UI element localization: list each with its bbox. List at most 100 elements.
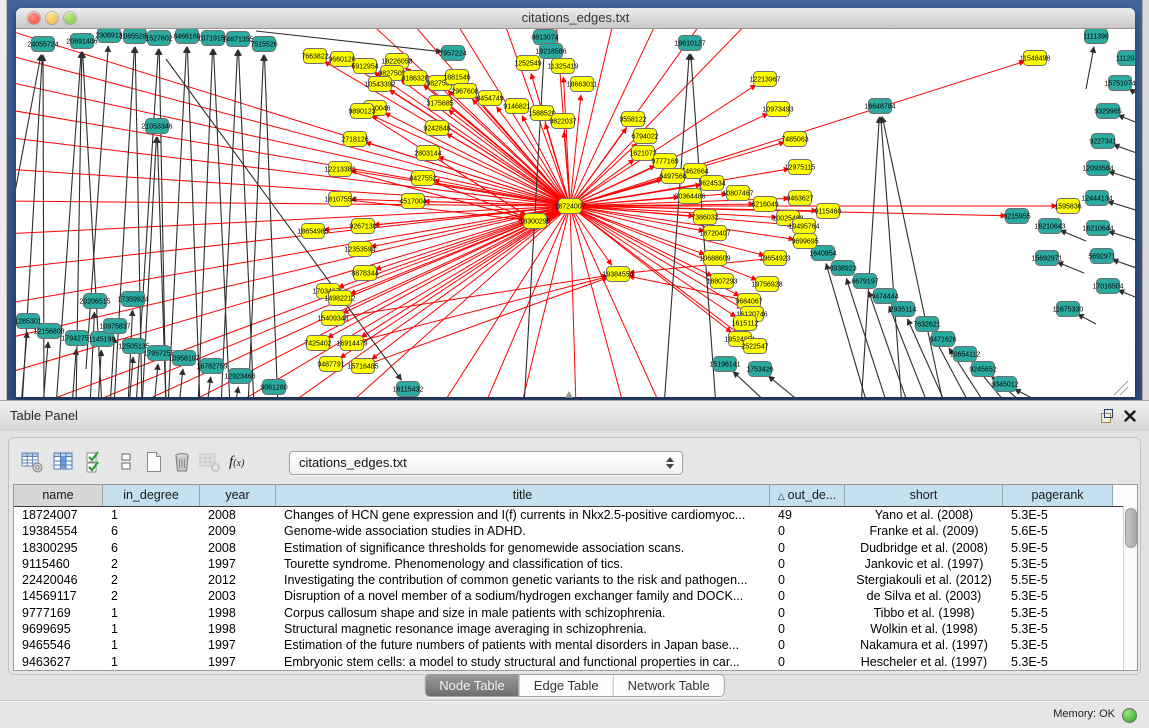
cell-out_de: 0	[770, 588, 845, 604]
graph-node-label: 9061280	[260, 385, 287, 392]
graph-node-label: 8427552	[409, 176, 436, 183]
cell-name: 9777169	[14, 605, 103, 621]
column-header-label: in_degree	[123, 488, 179, 502]
cell-year: 2009	[200, 523, 276, 539]
window-title: citations_edges.txt	[16, 8, 1135, 28]
graph-node-label: 14671355	[222, 37, 253, 44]
cell-out_de: 0	[770, 637, 845, 653]
graph-node-label: 12213382	[324, 167, 355, 174]
graph-node-label: 6794022	[631, 134, 658, 141]
table-row[interactable]: 1830029562008Estimation of significance …	[14, 540, 1137, 556]
float-panel-icon[interactable]	[1099, 409, 1113, 423]
cell-out_de: 0	[770, 556, 845, 572]
column-header-title[interactable]: title	[276, 485, 770, 506]
graph-node-label: 1595836	[1054, 204, 1081, 211]
graph-node-label: 5912954	[351, 64, 378, 71]
graph-node-label: 16210644	[1082, 226, 1113, 233]
column-view-icon[interactable]	[51, 449, 77, 475]
cell-short: Hescheler et al. (1997)	[845, 654, 1003, 670]
sort-ascending-icon: △	[778, 491, 785, 501]
right-edge-strip	[1142, 0, 1149, 400]
column-header-name[interactable]: name	[14, 485, 103, 506]
graph-node-label: 10688609	[699, 256, 730, 263]
new-table-icon[interactable]	[141, 449, 167, 475]
cell-pagerank: 5.3E-5	[1003, 605, 1113, 621]
graph-node-label: 16648784	[864, 104, 895, 111]
graph-node-label: 10543392	[364, 82, 395, 89]
graph-node-label: 12156803	[33, 329, 64, 336]
cell-title: Changes of HCN gene expression and I(f) …	[276, 507, 770, 523]
graph-node-label: 4517004	[399, 199, 426, 206]
cell-title: Genome-wide association studies in ADHD.	[276, 523, 770, 539]
cell-out_de: 0	[770, 605, 845, 621]
graph-node-label: 12213967	[749, 77, 780, 84]
table-row[interactable]: 969969511998Structural magnetic resonanc…	[14, 621, 1137, 637]
cell-name: 9465546	[14, 637, 103, 653]
table-row[interactable]: 946554611997Estimation of the future num…	[14, 637, 1137, 653]
table-row[interactable]: 2242004622012Investigating the contribut…	[14, 572, 1137, 588]
graph-node-label: 9115460	[815, 209, 842, 216]
table-row[interactable]: 1456911722003Disruption of a novel membe…	[14, 588, 1137, 604]
graph-node-label: 9463627	[786, 196, 813, 203]
cell-in_degree: 1	[103, 637, 200, 653]
graph-node-label: 1285301	[16, 319, 42, 326]
delete-table-icon[interactable]	[169, 449, 195, 475]
table-row[interactable]: 1872400712008Changes of HCN gene express…	[14, 507, 1137, 523]
window-resize-grip[interactable]	[1114, 381, 1128, 395]
select-columns-icon[interactable]	[83, 449, 109, 475]
column-header-year[interactable]: year	[200, 485, 276, 506]
graph-node-label: 18226058	[381, 59, 412, 66]
cell-year: 1998	[200, 621, 276, 637]
table-body: 1872400712008Changes of HCN gene express…	[14, 507, 1137, 670]
close-panel-icon[interactable]	[1123, 409, 1137, 423]
graph-node-label: 7425402	[304, 341, 331, 348]
tab-node-table[interactable]: Node Table	[425, 675, 519, 696]
graph-node-label: 12975115	[785, 165, 816, 172]
graph-node-label: 9474444	[871, 294, 898, 301]
graph-node-label: 7485063	[781, 137, 808, 144]
table-selector-dropdown[interactable]: citations_edges.txt	[289, 451, 683, 475]
memory-ok-indicator-icon[interactable]	[1122, 708, 1137, 723]
column-header-pagerank[interactable]: pagerank	[1003, 485, 1113, 506]
scrollbar-thumb[interactable]	[1125, 508, 1137, 548]
row-height-icon[interactable]	[113, 449, 139, 475]
table-row[interactable]: 911546021997Tourette syndrome. Phenomeno…	[14, 556, 1137, 572]
cell-out_de: 0	[770, 540, 845, 556]
graph-node-label: 10958107	[168, 356, 199, 363]
graph-node-label: 19495764	[788, 224, 819, 231]
function-builder-icon[interactable]: f(x)	[227, 449, 263, 475]
window-titlebar[interactable]: citations_edges.txt	[16, 8, 1135, 29]
cell-out_de: 0	[770, 621, 845, 637]
graph-node-label: 15751074	[1104, 81, 1135, 88]
column-header-label: short	[910, 488, 938, 502]
tab-network-table[interactable]: Network Table	[613, 675, 724, 696]
cell-in_degree: 1	[103, 507, 200, 523]
cell-in_degree: 2	[103, 556, 200, 572]
header-filler	[1113, 485, 1137, 506]
graph-node-label: 15409348	[317, 316, 348, 323]
network-view-window: citations_edges.txt 24055724206914062306…	[16, 8, 1135, 397]
table-row[interactable]: 946362711997Embryonic stem cells: a mode…	[14, 654, 1137, 670]
cell-name: 18724007	[14, 507, 103, 523]
splitter-handle[interactable]	[565, 391, 573, 398]
column-header-in_degree[interactable]: in_degree	[103, 485, 200, 506]
graph-node-label: 8813074	[531, 35, 558, 42]
cell-name: 9463627	[14, 654, 103, 670]
column-header-label: out_de...	[788, 488, 837, 502]
column-header-out_de[interactable]: △out_de...	[770, 485, 845, 506]
graph-node-label: 10973493	[762, 107, 793, 114]
vertical-scrollbar[interactable]	[1123, 506, 1137, 670]
table-settings-icon[interactable]	[19, 449, 45, 475]
graph-node-label: 12505135	[118, 344, 149, 351]
graph-node-label: 20364486	[674, 194, 705, 201]
cell-short: Wolkin et al. (1998)	[845, 621, 1003, 637]
graph-node-label: 1111398	[1083, 34, 1109, 41]
cell-in_degree: 1	[103, 654, 200, 670]
network-canvas[interactable]: 2405572420691406230691310655287152760284…	[16, 29, 1135, 397]
table-row[interactable]: 977716911998Corpus callosum shape and si…	[14, 605, 1137, 621]
graph-node-label: 8938923	[829, 266, 856, 273]
table-row[interactable]: 1938455462009Genome-wide association stu…	[14, 523, 1137, 539]
tab-edge-table[interactable]: Edge Table	[519, 675, 613, 696]
float-panel-icon-square-2	[1104, 409, 1113, 418]
column-header-short[interactable]: short	[845, 485, 1003, 506]
